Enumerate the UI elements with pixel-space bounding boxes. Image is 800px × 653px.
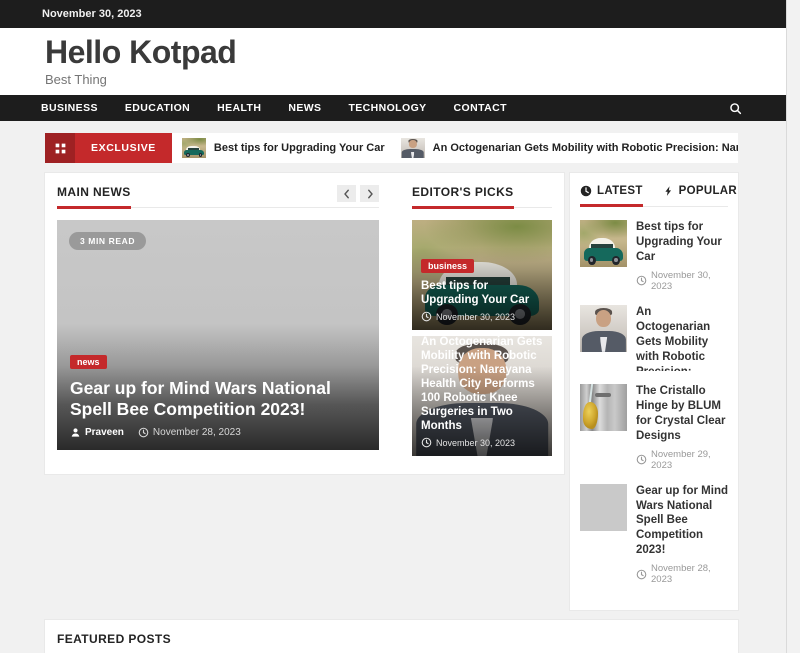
- main-navigation: BUSINESS EDUCATION HEALTH NEWS TECHNOLOG…: [0, 95, 786, 121]
- site-tagline: Best Thing: [45, 72, 786, 87]
- clock-icon: [421, 311, 432, 322]
- featured-posts-heading: FEATURED POSTS: [57, 632, 171, 653]
- article-title[interactable]: Gear up for Mind Wars National Spell Bee…: [70, 378, 366, 420]
- article-date: November 30, 2023: [421, 437, 544, 448]
- hinge-thumbnail: [580, 384, 627, 431]
- editors-pick-card[interactable]: health An Octogenarian Gets Mobility wit…: [412, 336, 552, 456]
- main-content-panel: MAIN NEWS 3 MIN READ news Gear up for Mi…: [45, 173, 564, 474]
- clock-icon: [636, 569, 647, 580]
- nav-item-technology[interactable]: TECHNOLOGY: [348, 102, 426, 114]
- main-news-heading: MAIN NEWS: [57, 185, 131, 207]
- carousel-next-button[interactable]: [360, 185, 379, 202]
- ticker-item[interactable]: An Octogenarian Gets Mobility with Robot…: [401, 138, 738, 158]
- ticker-label: EXCLUSIVE: [75, 133, 172, 163]
- main-news-article-card[interactable]: 3 MIN READ news Gear up for Mind Wars Na…: [57, 220, 379, 450]
- article-date: November 29, 2023: [636, 449, 728, 471]
- article-title: Gear up for Mind Wars National Spell Bee…: [636, 484, 728, 559]
- featured-posts-section: FEATURED POSTS business Best tips for Up…: [45, 620, 738, 653]
- main-news-section: MAIN NEWS 3 MIN READ news Gear up for Mi…: [57, 185, 379, 462]
- chevron-left-icon: [342, 189, 352, 199]
- editors-picks-heading: EDITOR'S PICKS: [412, 185, 514, 207]
- latest-list-item[interactable]: Gear up for Mind Wars National Spell Bee…: [580, 484, 728, 586]
- grid-dots-icon: [45, 133, 75, 163]
- article-title[interactable]: Best tips for Upgrading Your Car: [421, 279, 544, 307]
- article-title: An Octogenarian Gets Mobility with Robot…: [636, 305, 728, 371]
- topbar: November 30, 2023: [0, 0, 786, 28]
- clock-icon: [138, 427, 149, 438]
- clock-icon: [580, 185, 592, 197]
- ticker-item-title: An Octogenarian Gets Mobility with Robot…: [433, 142, 738, 154]
- carousel-prev-button[interactable]: [337, 185, 356, 202]
- clock-icon: [421, 437, 432, 448]
- scrollbar-track[interactable]: [786, 0, 800, 653]
- nav-item-education[interactable]: EDUCATION: [125, 102, 190, 114]
- man-thumbnail: [401, 138, 425, 158]
- search-icon: [729, 102, 742, 115]
- latest-popular-panel: LATEST POPULAR Best tips for Upgrading Y…: [570, 173, 738, 610]
- editors-pick-card[interactable]: business Best tips for Upgrading Your Ca…: [412, 220, 552, 330]
- editors-picks-section: EDITOR'S PICKS business Best tips for Up…: [412, 185, 552, 462]
- ticker-item[interactable]: Best tips for Upgrading Your Car: [182, 138, 385, 158]
- category-badge-business[interactable]: business: [421, 259, 474, 273]
- lightning-bolt-icon: [663, 185, 674, 197]
- latest-list-item[interactable]: An Octogenarian Gets Mobility with Robot…: [580, 305, 728, 371]
- latest-list-item[interactable]: Best tips for Upgrading Your Car Novembe…: [580, 220, 728, 292]
- site-title[interactable]: Hello Kotpad: [45, 36, 786, 70]
- car-thumbnail: [580, 220, 627, 267]
- search-button[interactable]: [729, 102, 742, 115]
- man-thumbnail: [580, 305, 627, 352]
- ticker-badge: EXCLUSIVE: [45, 133, 172, 163]
- tab-popular[interactable]: POPULAR: [663, 185, 737, 197]
- chevron-right-icon: [365, 189, 375, 199]
- news-ticker: EXCLUSIVE Best tips for Upgrading Your C…: [45, 133, 738, 163]
- read-time-badge: 3 MIN READ: [69, 232, 146, 250]
- ticker-items: Best tips for Upgrading Your Car An Octo…: [172, 133, 738, 163]
- article-date: November 28, 2023: [636, 563, 728, 585]
- nav-item-contact[interactable]: CONTACT: [454, 102, 507, 114]
- nav-item-health[interactable]: HEALTH: [217, 102, 261, 114]
- article-author[interactable]: Praveen: [70, 427, 124, 438]
- clock-icon: [636, 454, 647, 465]
- article-date: November 30, 2023: [636, 270, 728, 292]
- site-header: Hello Kotpad Best Thing: [0, 28, 786, 95]
- article-title[interactable]: An Octogenarian Gets Mobility with Robot…: [421, 336, 544, 433]
- current-date: November 30, 2023: [42, 8, 142, 20]
- tab-latest[interactable]: LATEST: [580, 185, 643, 197]
- nav-item-business[interactable]: BUSINESS: [41, 102, 98, 114]
- article-title: Best tips for Upgrading Your Car: [636, 220, 728, 265]
- article-date: November 28, 2023: [138, 427, 241, 438]
- car-thumbnail: [182, 138, 206, 158]
- article-title: The Cristallo Hinge by BLUM for Crystal …: [636, 384, 728, 444]
- placeholder-thumbnail: [580, 484, 627, 531]
- person-icon: [70, 427, 81, 438]
- category-badge-news[interactable]: news: [70, 355, 107, 369]
- nav-item-news[interactable]: NEWS: [288, 102, 321, 114]
- ticker-item-title: Best tips for Upgrading Your Car: [214, 142, 385, 154]
- clock-icon: [636, 275, 647, 286]
- latest-list-item[interactable]: The Cristallo Hinge by BLUM for Crystal …: [580, 384, 728, 471]
- article-date: November 30, 2023: [421, 311, 544, 322]
